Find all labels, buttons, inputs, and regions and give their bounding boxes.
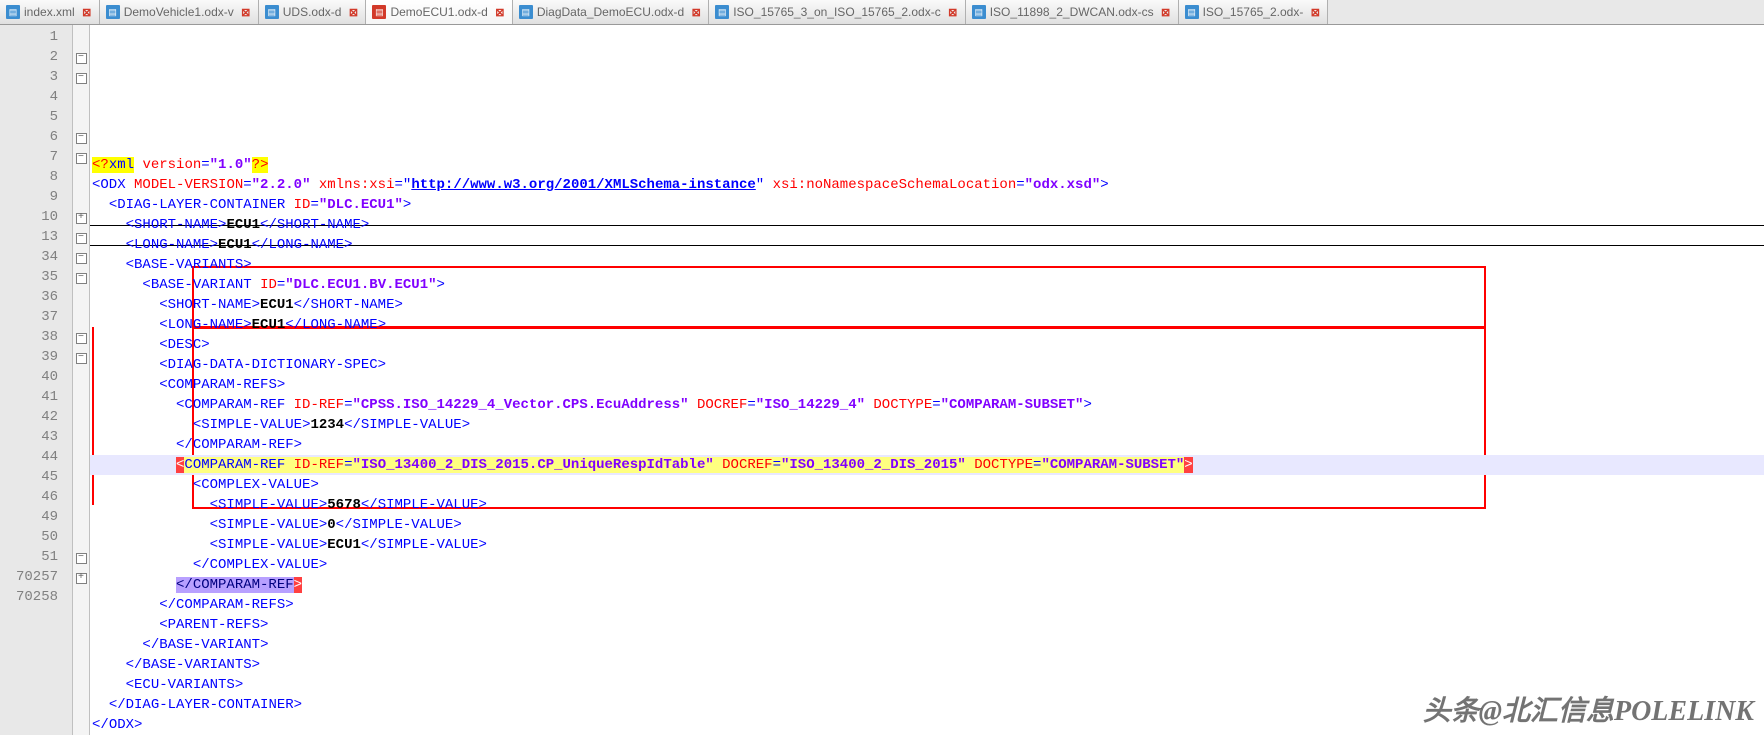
tab-label: DemoVehicle1.odx-v: [124, 5, 234, 19]
code-line[interactable]: <?xml version="1.0"?>: [90, 155, 1764, 175]
code-line[interactable]: <ECU-VARIANTS>: [90, 675, 1764, 695]
code-line[interactable]: </ODX>: [90, 715, 1764, 735]
tab-demovehicle1-odx-v[interactable]: ▤ DemoVehicle1.odx-v ⊠: [100, 0, 259, 24]
code-line[interactable]: <SHORT-NAME>ECU1</SHORT-NAME>: [90, 215, 1764, 235]
fold-toggle[interactable]: +: [76, 213, 87, 224]
fold-toggle[interactable]: −: [76, 273, 87, 284]
close-icon[interactable]: ⊠: [690, 6, 702, 18]
file-icon: ▤: [972, 5, 986, 19]
fold-toggle[interactable]: −: [76, 233, 87, 244]
code-line[interactable]: <COMPARAM-REF ID-REF="ISO_13400_2_DIS_20…: [90, 455, 1764, 475]
file-icon: ▤: [519, 5, 533, 19]
tab-iso-15765-3-on-iso-15765-2-odx-c[interactable]: ▤ ISO_15765_3_on_ISO_15765_2.odx-c ⊠: [709, 0, 966, 24]
close-icon[interactable]: ⊠: [347, 6, 359, 18]
fold-toggle[interactable]: −: [76, 73, 87, 84]
code-line[interactable]: </COMPARAM-REF>: [90, 435, 1764, 455]
fold-toggle[interactable]: +: [76, 573, 87, 584]
close-icon[interactable]: ⊠: [1160, 6, 1172, 18]
file-icon: ▤: [1185, 5, 1199, 19]
tab-label: index.xml: [24, 5, 75, 19]
code-line[interactable]: <SIMPLE-VALUE>ECU1</SIMPLE-VALUE>: [90, 535, 1764, 555]
code-editor[interactable]: 1234567891013343536373839404142434445464…: [0, 25, 1764, 735]
code-line[interactable]: <BASE-VARIANT ID="DLC.ECU1.BV.ECU1">: [90, 275, 1764, 295]
code-line[interactable]: </BASE-VARIANTS>: [90, 655, 1764, 675]
tab-label: DemoECU1.odx-d: [390, 5, 487, 19]
code-line[interactable]: </COMPLEX-VALUE>: [90, 555, 1764, 575]
tab-label: ISO_11898_2_DWCAN.odx-cs: [990, 5, 1154, 19]
close-icon[interactable]: ⊠: [240, 6, 252, 18]
tab-iso-11898-2-dwcan-odx-cs[interactable]: ▤ ISO_11898_2_DWCAN.odx-cs ⊠: [966, 0, 1179, 24]
code-line[interactable]: </COMPARAM-REF>: [90, 575, 1764, 595]
tab-index-xml[interactable]: ▤ index.xml ⊠: [0, 0, 100, 24]
close-icon[interactable]: ⊠: [494, 6, 506, 18]
code-line[interactable]: <DIAG-DATA-DICTIONARY-SPEC>: [90, 355, 1764, 375]
code-line[interactable]: <DIAG-LAYER-CONTAINER ID="DLC.ECU1">: [90, 195, 1764, 215]
file-icon: ▤: [106, 5, 120, 19]
tab-iso-15765-2-odx-[interactable]: ▤ ISO_15765_2.odx- ⊠: [1179, 0, 1329, 24]
tab-bar: ▤ index.xml ⊠ ▤ DemoVehicle1.odx-v ⊠ ▤ UDS.odx-…: [0, 0, 1764, 25]
code-line[interactable]: </COMPARAM-REFS>: [90, 595, 1764, 615]
code-line[interactable]: <COMPARAM-REF ID-REF="CPSS.ISO_14229_4_V…: [90, 395, 1764, 415]
fold-toggle[interactable]: −: [76, 353, 87, 364]
tab-diagdata-demoecu-odx-d[interactable]: ▤ DiagData_DemoECU.odx-d ⊠: [513, 0, 709, 24]
code-line[interactable]: <SHORT-NAME>ECU1</SHORT-NAME>: [90, 295, 1764, 315]
tab-label: ISO_15765_3_on_ISO_15765_2.odx-c: [733, 5, 941, 19]
file-icon: ▤: [6, 5, 20, 19]
code-area[interactable]: 头条@北汇信息POLELINK <?xml version="1.0"?><OD…: [90, 25, 1764, 735]
fold-toggle[interactable]: −: [76, 333, 87, 344]
tab-label: ISO_15765_2.odx-: [1203, 5, 1304, 19]
fold-toggle[interactable]: −: [76, 53, 87, 64]
code-line[interactable]: <LONG-NAME>ECU1</LONG-NAME>: [90, 315, 1764, 335]
file-icon: ▤: [715, 5, 729, 19]
fold-column[interactable]: − − − − + − − − − − − +: [73, 25, 90, 735]
tab-demoecu1-odx-d[interactable]: ▤ DemoECU1.odx-d ⊠: [366, 0, 512, 24]
line-number-gutter: 1234567891013343536373839404142434445464…: [0, 25, 73, 735]
tab-label: UDS.odx-d: [283, 5, 342, 19]
fold-toggle[interactable]: −: [76, 153, 87, 164]
close-icon[interactable]: ⊠: [947, 6, 959, 18]
fold-toggle[interactable]: −: [76, 553, 87, 564]
code-line[interactable]: <BASE-VARIANTS>: [90, 255, 1764, 275]
code-line[interactable]: <PARENT-REFS>: [90, 615, 1764, 635]
code-line[interactable]: <SIMPLE-VALUE>0</SIMPLE-VALUE>: [90, 515, 1764, 535]
close-icon[interactable]: ⊠: [1309, 6, 1321, 18]
code-line[interactable]: <LONG-NAME>ECU1</LONG-NAME>: [90, 235, 1764, 255]
fold-toggle[interactable]: −: [76, 253, 87, 264]
close-icon[interactable]: ⊠: [81, 6, 93, 18]
tab-label: DiagData_DemoECU.odx-d: [537, 5, 684, 19]
code-line[interactable]: <SIMPLE-VALUE>5678</SIMPLE-VALUE>: [90, 495, 1764, 515]
code-line[interactable]: <ODX MODEL-VERSION="2.2.0" xmlns:xsi="ht…: [90, 175, 1764, 195]
code-line[interactable]: <COMPLEX-VALUE>: [90, 475, 1764, 495]
fold-toggle[interactable]: −: [76, 133, 87, 144]
code-line[interactable]: </BASE-VARIANT>: [90, 635, 1764, 655]
code-line[interactable]: </DIAG-LAYER-CONTAINER>: [90, 695, 1764, 715]
code-line[interactable]: <SIMPLE-VALUE>1234</SIMPLE-VALUE>: [90, 415, 1764, 435]
file-icon: ▤: [372, 5, 386, 19]
file-icon: ▤: [265, 5, 279, 19]
code-line[interactable]: <COMPARAM-REFS>: [90, 375, 1764, 395]
tab-uds-odx-d[interactable]: ▤ UDS.odx-d ⊠: [259, 0, 367, 24]
code-line[interactable]: <DESC>: [90, 335, 1764, 355]
